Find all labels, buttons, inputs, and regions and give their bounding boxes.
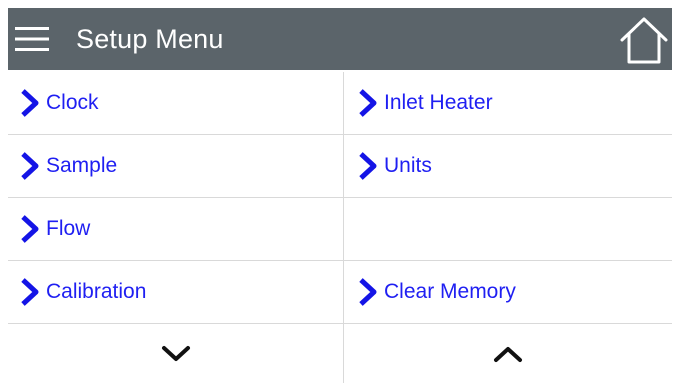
menu-item-label: Units bbox=[384, 154, 432, 177]
menu-item-empty bbox=[344, 198, 672, 261]
menu-item-sample[interactable]: Sample bbox=[8, 135, 344, 198]
title-bar: Setup Menu bbox=[8, 8, 672, 70]
page-title: Setup Menu bbox=[76, 23, 224, 54]
home-icon[interactable] bbox=[619, 15, 669, 65]
menu-item-label: Clear Memory bbox=[384, 280, 516, 303]
menu-item-label: Calibration bbox=[46, 280, 147, 303]
menu-item-label: Sample bbox=[46, 154, 118, 177]
menu-item-label: Clock bbox=[46, 91, 99, 114]
chevron-right-icon bbox=[359, 278, 377, 306]
menu-item-label: Inlet Heater bbox=[384, 91, 493, 114]
chevron-up-icon bbox=[494, 346, 522, 362]
page-up-button[interactable] bbox=[344, 324, 672, 383]
menu-item-label: Flow bbox=[46, 217, 91, 240]
menu-item-calibration[interactable]: Calibration bbox=[8, 261, 344, 324]
chevron-right-icon bbox=[21, 278, 39, 306]
hamburger-menu-icon[interactable] bbox=[12, 8, 52, 70]
page-down-button[interactable] bbox=[8, 324, 344, 383]
chevron-right-icon bbox=[21, 152, 39, 180]
menu-item-units[interactable]: Units bbox=[344, 135, 672, 198]
chevron-right-icon bbox=[359, 152, 377, 180]
chevron-right-icon bbox=[21, 215, 39, 243]
menu-item-clock[interactable]: Clock bbox=[8, 72, 344, 135]
menu-item-clear-memory[interactable]: Clear Memory bbox=[344, 261, 672, 324]
chevron-down-icon bbox=[161, 345, 190, 361]
setup-menu-grid: Clock Inlet Heater Sample Units Flow Cal… bbox=[8, 72, 672, 383]
chevron-right-icon bbox=[21, 89, 39, 117]
chevron-right-icon bbox=[359, 89, 377, 117]
menu-item-inlet-heater[interactable]: Inlet Heater bbox=[344, 72, 672, 135]
menu-item-flow[interactable]: Flow bbox=[8, 198, 344, 261]
